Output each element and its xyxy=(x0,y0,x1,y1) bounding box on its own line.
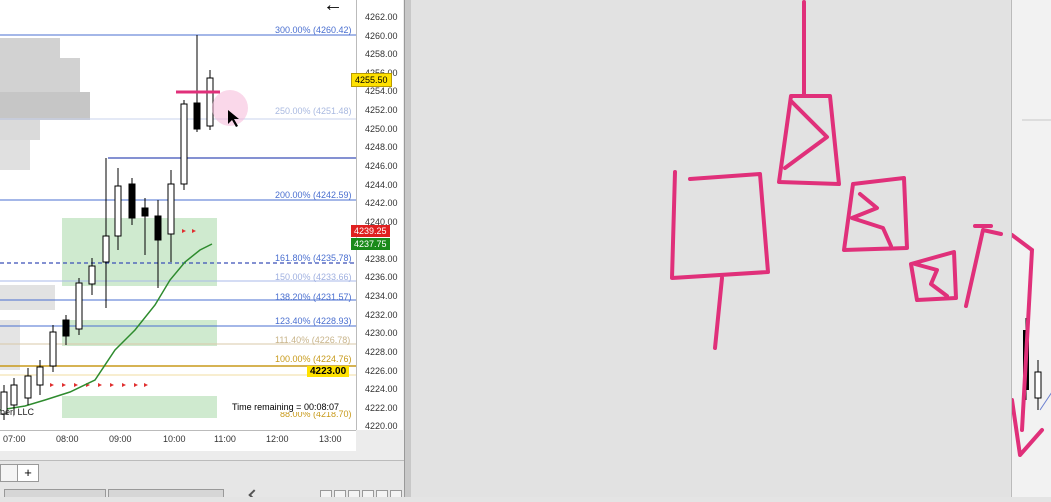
fib-label-200: 200.00% (4242.59) xyxy=(275,190,352,200)
red-price-badge: 4239.25 xyxy=(351,225,390,237)
time-tick: 10:00 xyxy=(163,434,186,444)
hand-drawn-annotations xyxy=(670,0,1003,350)
price-tick: 4220.00 xyxy=(365,421,398,431)
tab-bar: + xyxy=(0,460,404,497)
price-tick: 4262.00 xyxy=(365,12,398,22)
toolbar-box[interactable] xyxy=(348,490,360,497)
price-tick: 4254.00 xyxy=(365,86,398,96)
drawn-zigzag-3 xyxy=(913,262,949,298)
yellow-price-badge: 4223.00 xyxy=(307,366,350,377)
price-tick: 4222.00 xyxy=(365,403,398,413)
time-tick: 13:00 xyxy=(319,434,342,444)
toolbar-box[interactable] xyxy=(320,490,332,497)
price-tick: 4228.00 xyxy=(365,347,398,357)
green-price-badge: 4237.75 xyxy=(351,238,390,250)
time-tick: 11:00 xyxy=(214,434,236,444)
price-tick: 4246.00 xyxy=(365,161,398,171)
time-axis[interactable]: 07:00 08:00 09:00 10:00 11:00 12:00 13:0… xyxy=(0,430,356,451)
copyright-text: ber, LLC xyxy=(0,407,35,417)
fib-label-138: 138.20% (4231.57) xyxy=(275,292,352,302)
partial-chart-canvas xyxy=(1010,119,1051,457)
price-tick: 4260.00 xyxy=(365,31,398,41)
time-tick: 12:00 xyxy=(266,434,289,444)
time-remaining: Time remaining = 00:08:07 xyxy=(232,402,339,412)
current-price-badge: 4255.50 xyxy=(351,73,392,87)
fib-label-150: 150.00% (4233.66) xyxy=(275,272,352,282)
fib-label-300: 300.00% (4260.42) xyxy=(275,25,352,35)
fib-label-250: 250.00% (4251.48) xyxy=(275,106,352,116)
price-tick: 4236.00 xyxy=(365,272,398,282)
price-tick: 4250.00 xyxy=(365,124,398,134)
price-tick: 4230.00 xyxy=(365,328,398,338)
drawn-candle-tall xyxy=(777,94,841,186)
chart-window: 300.00% (4260.42) 250.00% (4251.48) 200.… xyxy=(0,0,410,497)
fib-label-161: 161.80% (4235.78) xyxy=(275,253,352,263)
price-tick: 4234.00 xyxy=(365,291,398,301)
price-tick: 4248.00 xyxy=(365,142,398,152)
price-tick: 4232.00 xyxy=(365,310,398,320)
fib-label-123: 123.40% (4228.93) xyxy=(275,316,352,326)
price-tick: 4258.00 xyxy=(365,49,398,59)
time-tick: 07:00 xyxy=(3,434,26,444)
toolbar-box[interactable] xyxy=(362,490,374,497)
price-tick: 4252.00 xyxy=(365,105,398,115)
add-tab-button[interactable]: + xyxy=(17,464,39,482)
drawing-canvas[interactable] xyxy=(411,0,1010,497)
drawn-zigzag-2 xyxy=(850,192,893,248)
drawn-wick-lower xyxy=(713,276,724,350)
partial-chart-panel xyxy=(1010,0,1051,497)
chevron-left-icon[interactable] xyxy=(248,489,260,497)
drawn-candle-medium xyxy=(842,176,909,252)
fib-label-100: 100.00% (4224.76) xyxy=(275,354,352,364)
toolbar-box[interactable] xyxy=(390,490,402,497)
fib-label-111: 111.40% (4226.78) xyxy=(275,335,351,345)
price-axis[interactable]: 4262.00 4260.00 4258.00 4256.00 4254.00 … xyxy=(351,0,403,431)
price-tick: 4226.00 xyxy=(365,366,398,376)
time-tick: 09:00 xyxy=(109,434,132,444)
chart-canvas xyxy=(0,34,356,420)
price-chart[interactable]: 300.00% (4260.42) 250.00% (4251.48) 200.… xyxy=(0,0,356,430)
toolbar-box[interactable] xyxy=(334,490,346,497)
drawn-arrow-up xyxy=(964,228,1003,308)
scrollbar-mid[interactable] xyxy=(108,489,224,497)
price-tick: 4224.00 xyxy=(365,384,398,394)
toolbar-box[interactable] xyxy=(376,490,388,497)
drawn-candle-large xyxy=(670,170,770,280)
scrollbar-left[interactable] xyxy=(4,489,106,497)
price-tick: 4244.00 xyxy=(365,180,398,190)
price-tick: 4238.00 xyxy=(365,254,398,264)
drawn-zigzag-1 xyxy=(783,100,829,170)
back-arrow-icon[interactable]: ← xyxy=(323,0,343,17)
tab-current[interactable] xyxy=(0,464,18,482)
value-area-zones xyxy=(62,218,217,418)
price-tick: 4242.00 xyxy=(365,198,398,208)
time-tick: 08:00 xyxy=(56,434,79,444)
